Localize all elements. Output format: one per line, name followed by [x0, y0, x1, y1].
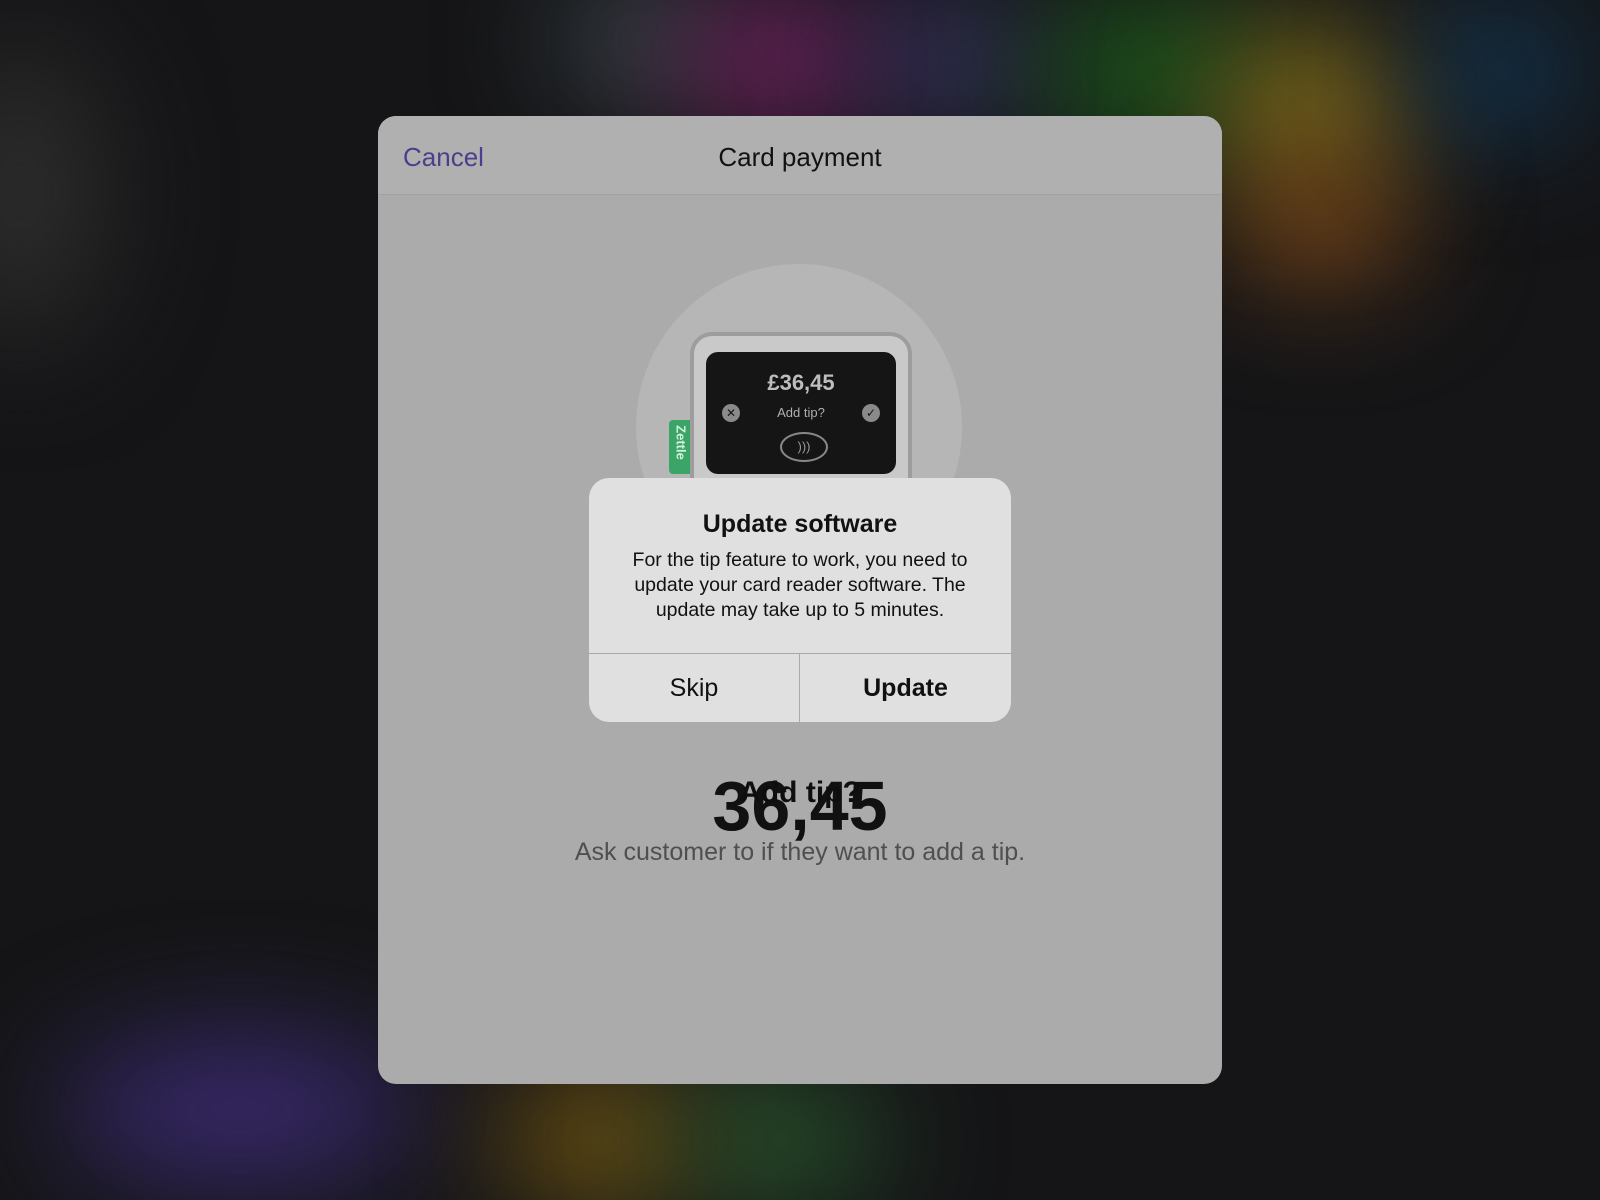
background-blob — [680, 1080, 880, 1200]
sheet-header: Cancel Card payment — [378, 116, 1222, 195]
contactless-icon: ))) — [780, 432, 828, 462]
background-blob — [60, 1040, 420, 1180]
background-blob — [860, 10, 1040, 110]
reader-screen-amount: £36,45 — [767, 370, 835, 395]
update-button[interactable]: Update — [800, 654, 1011, 722]
background-blob — [0, 40, 100, 340]
alert-message: For the tip feature to work, you need to… — [632, 549, 968, 621]
reader-screen: £36,45 ✕ Add tip? ✓ ))) — [706, 352, 896, 474]
sheet-title: Card payment — [718, 142, 882, 172]
background-blob — [500, 1080, 700, 1200]
background-blob — [1230, 160, 1410, 280]
alert-title: Update software — [702, 510, 898, 538]
check-icon: ✓ — [862, 404, 880, 422]
add-tip-heading: Add tip? — [739, 776, 861, 809]
reader-brand-label: Zettle — [673, 425, 689, 460]
skip-button[interactable]: Skip — [589, 654, 799, 722]
background-blob — [680, 0, 880, 120]
background-blob — [1420, 10, 1580, 130]
update-software-alert: Update software For the tip feature to w… — [589, 478, 1011, 722]
add-tip-instruction: Ask customer to if they want to add a ti… — [574, 838, 1026, 866]
